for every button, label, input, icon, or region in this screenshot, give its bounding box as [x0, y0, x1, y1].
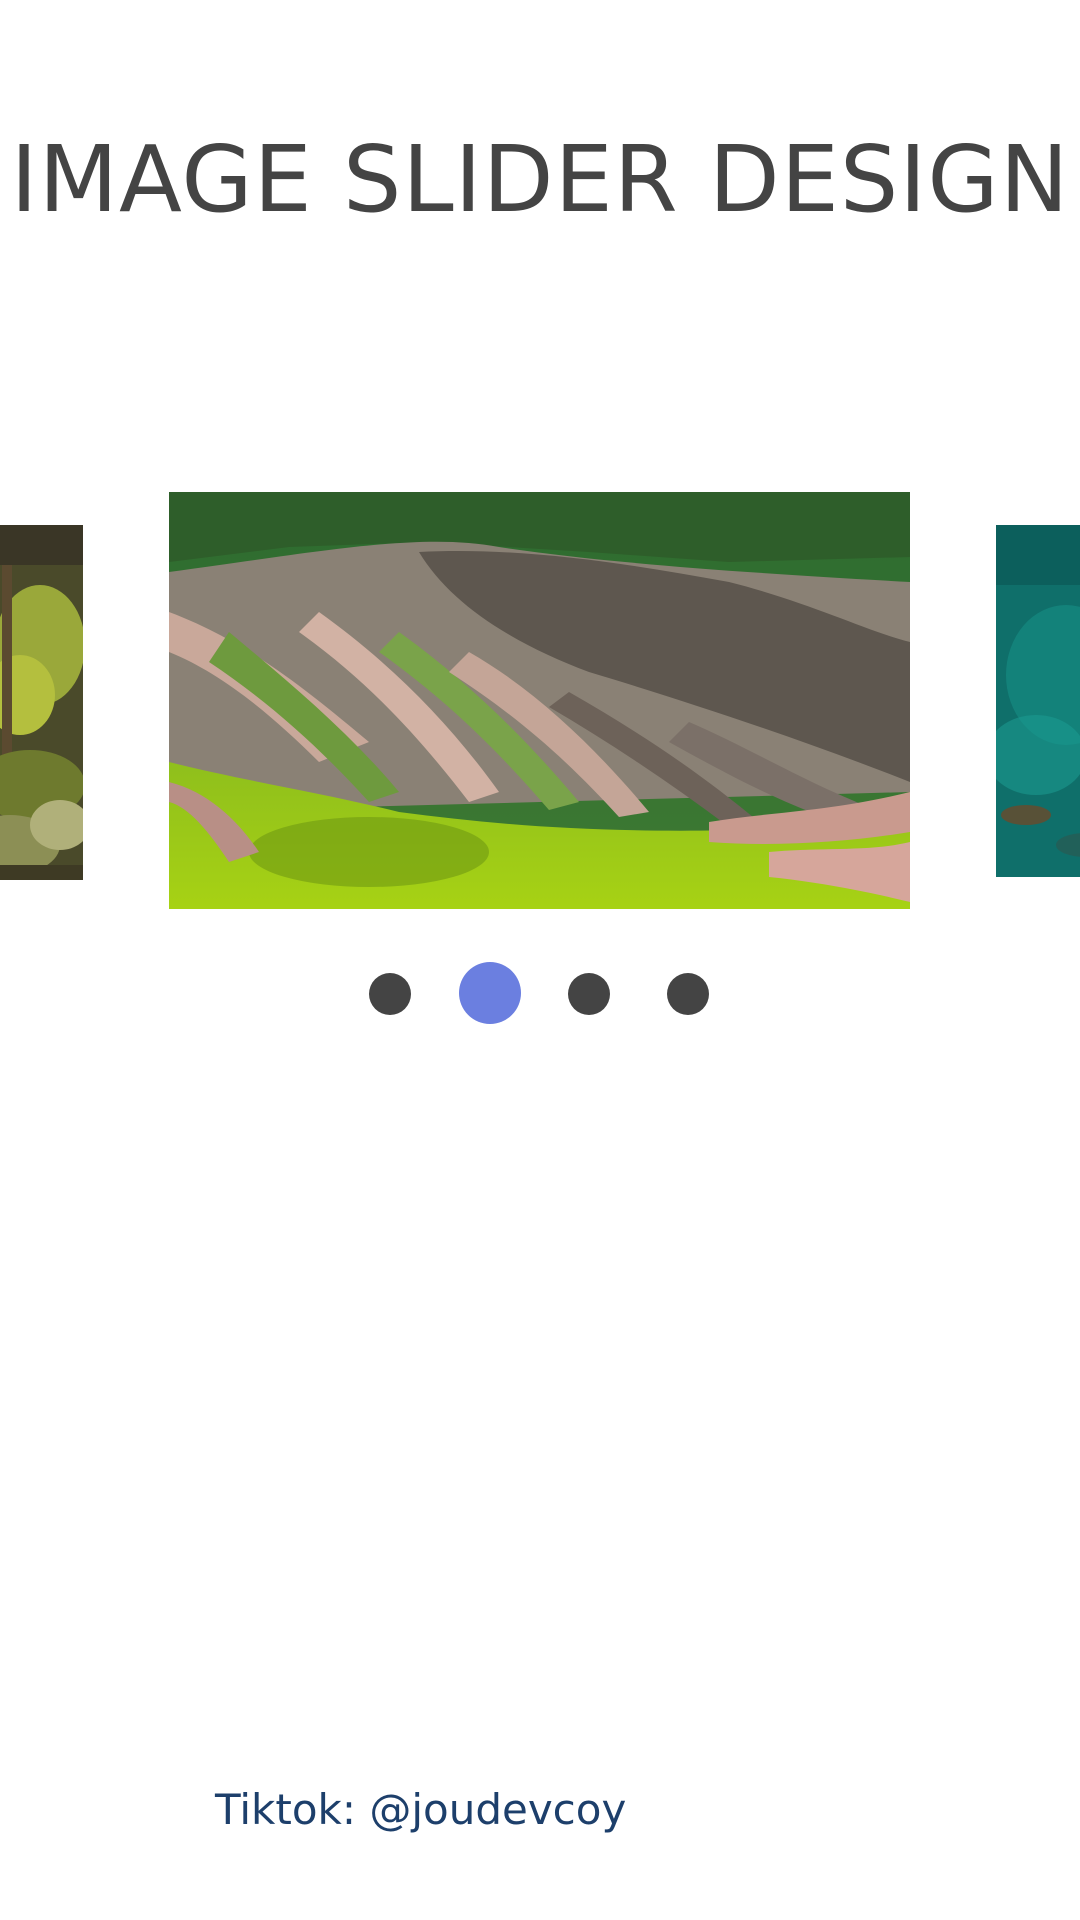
pagination-dot-2-active[interactable] [459, 962, 521, 1024]
water-image [996, 525, 1080, 877]
forest-image [0, 525, 83, 880]
valley-image [169, 492, 910, 909]
footer-credit: Tiktok: @joudevcoy [215, 1785, 627, 1834]
slide-previous-forest[interactable] [0, 525, 83, 880]
pagination-dot-1[interactable] [369, 973, 411, 1015]
slide-next-water[interactable] [996, 525, 1080, 877]
pagination-dot-4[interactable] [667, 973, 709, 1015]
page-title: IMAGE SLIDER DESIGN [10, 126, 1070, 233]
image-slider[interactable] [0, 480, 1080, 940]
slider-pagination [0, 962, 1080, 1024]
pagination-dot-3[interactable] [568, 973, 610, 1015]
slide-active-valley[interactable] [169, 492, 910, 909]
